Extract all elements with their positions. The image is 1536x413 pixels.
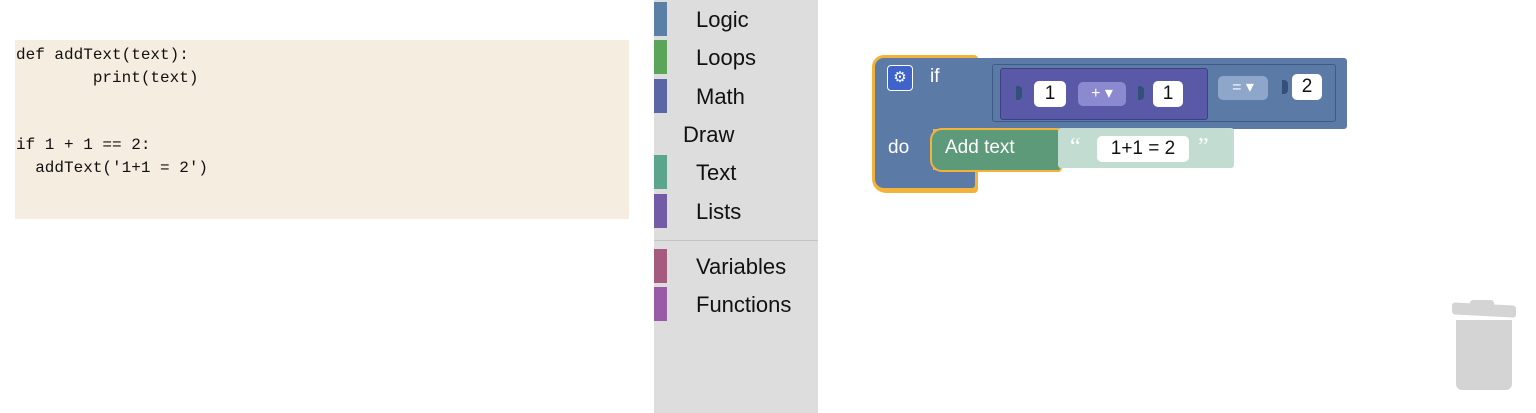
input-socket — [1138, 86, 1144, 100]
toolbox-category-draw[interactable]: Draw — [654, 117, 818, 153]
category-color-swatch — [654, 287, 667, 321]
add-text-label: Add text — [945, 137, 1015, 158]
chevron-down-icon: ▾ — [1104, 85, 1113, 102]
toolbox: Logic Loops Math Draw Text Lists Variabl… — [654, 0, 818, 413]
category-color-swatch — [654, 155, 667, 189]
toolbox-category-variables[interactable]: Variables — [654, 249, 818, 285]
trash-body — [1456, 320, 1512, 390]
category-color-swatch — [654, 79, 667, 113]
right-operand-field[interactable]: 1 — [1153, 81, 1183, 107]
category-color-swatch — [654, 249, 667, 283]
operator-label: + — [1091, 85, 1101, 102]
category-label: Text — [696, 160, 737, 185]
gear-icon[interactable]: ⚙ — [887, 65, 913, 91]
category-label: Loops — [696, 45, 756, 70]
category-label: Math — [696, 84, 745, 109]
category-label: Functions — [696, 292, 792, 317]
if-block-foot — [875, 170, 975, 188]
code-text: def addText(text): print(text) if 1 + 1 … — [16, 46, 209, 177]
toolbox-category-functions[interactable]: Functions — [654, 287, 818, 323]
input-socket — [1016, 86, 1022, 100]
compare-value-field[interactable]: 2 — [1292, 74, 1322, 100]
open-quote-icon: “ — [1070, 134, 1081, 160]
toolbox-category-lists[interactable]: Lists — [654, 194, 818, 230]
left-operand-field[interactable]: 1 — [1034, 81, 1066, 107]
text-value-field[interactable]: 1+1 = 2 — [1097, 136, 1189, 162]
chevron-down-icon: ▾ — [1245, 79, 1254, 96]
toolbox-separator — [654, 240, 818, 241]
toolbox-category-loops[interactable]: Loops — [654, 40, 818, 76]
category-label: Lists — [696, 199, 742, 224]
if-label: if — [930, 66, 940, 87]
arith-operator-dropdown[interactable]: + ▾ — [1078, 82, 1126, 106]
category-label: Variables — [696, 254, 787, 279]
operator-label: = — [1232, 79, 1242, 96]
input-socket — [1282, 80, 1288, 94]
category-label: Logic — [696, 7, 749, 32]
close-quote-icon: ” — [1198, 134, 1209, 160]
category-color-swatch — [654, 194, 667, 228]
category-color-swatch — [654, 2, 667, 36]
toolbox-category-logic[interactable]: Logic — [654, 2, 818, 38]
toolbox-category-math[interactable]: Math — [654, 79, 818, 115]
toolbox-category-text[interactable]: Text — [654, 155, 818, 191]
category-color-swatch — [654, 40, 667, 74]
compare-operator-dropdown[interactable]: = ▾ — [1218, 76, 1268, 100]
category-label: Draw — [683, 122, 735, 147]
do-label: do — [888, 137, 910, 158]
code-panel: def addText(text): print(text) if 1 + 1 … — [15, 40, 629, 219]
